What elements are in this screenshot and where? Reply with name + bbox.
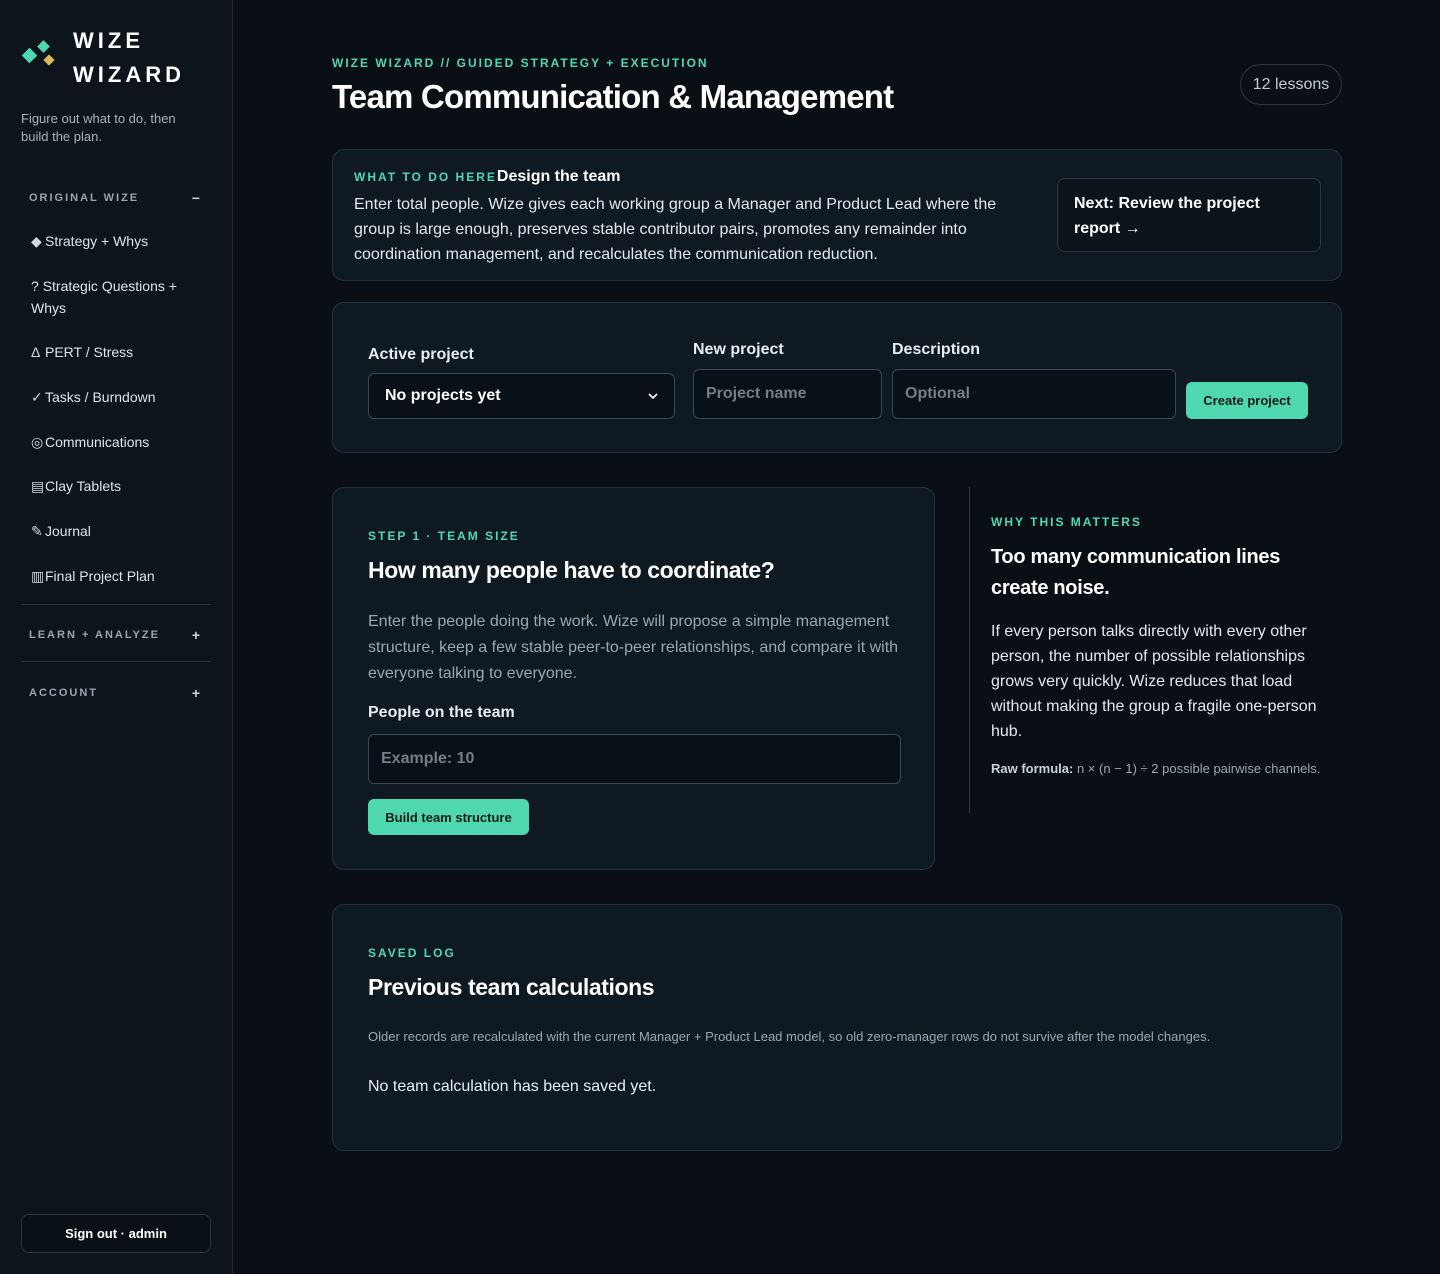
pencil-icon: ✎ — [31, 523, 43, 539]
raw-formula: Raw formula: n × (n − 1) ÷ 2 possible pa… — [991, 761, 1341, 776]
question-icon: ? — [31, 278, 39, 294]
brand[interactable]: WIZE WIZARD — [21, 24, 193, 92]
next-review-button[interactable]: Next: Review the project report → — [1057, 178, 1321, 252]
lessons-badge[interactable]: 12 lessons — [1240, 64, 1342, 105]
expand-icon[interactable]: + — [192, 627, 202, 643]
logo-icon — [21, 40, 57, 70]
sidebar-item-journal[interactable]: ✎ Journal — [31, 520, 201, 542]
columns-icon: ▥ — [31, 568, 45, 584]
target-icon: ◎ — [31, 434, 44, 450]
page-eyebrow: WIZE WIZARD // GUIDED STRATEGY + EXECUTI… — [332, 56, 709, 70]
section-label: ACCOUNT — [29, 687, 98, 699]
sidebar-item-label: Final Project Plan — [45, 568, 155, 584]
sidebar-divider — [21, 604, 211, 605]
description-label: Description — [892, 341, 981, 358]
formula-label: Raw formula: — [991, 761, 1074, 776]
sidebar-item-label: PERT / Stress — [45, 344, 134, 360]
sidebar-item-clay-tablets[interactable]: ▤Clay Tablets — [31, 475, 201, 497]
page-title: Team Communication & Management — [332, 78, 894, 115]
formula-text: n × (n − 1) ÷ 2 possible pairwise channe… — [1076, 761, 1321, 776]
todo-eyebrow: WHAT TO DO HERE — [354, 170, 497, 184]
todo-text: Enter total people. Wize gives each work… — [354, 196, 997, 263]
why-title: Too many communication lines create nois… — [991, 546, 1281, 599]
section-label: LEARN + ANALYZE — [29, 629, 160, 641]
sidebar-item-label: Journal — [45, 523, 91, 539]
sign-out-button[interactable]: Sign out · admin — [21, 1214, 211, 1253]
sidebar-item-final-plan[interactable]: ▥Final Project Plan — [31, 565, 201, 587]
saved-log-card: SAVED LOG Previous team calculations Old… — [332, 904, 1342, 1151]
log-empty-state: No team calculation has been saved yet. — [368, 1078, 657, 1095]
create-project-button[interactable]: Create project — [1186, 382, 1308, 419]
sidebar-item-label: Strategic Questions + Whys — [31, 278, 177, 316]
collapse-icon[interactable]: − — [192, 190, 202, 206]
project-card: Active project No projects yet New proje… — [332, 302, 1342, 453]
build-team-structure-button[interactable]: Build team structure — [368, 799, 529, 835]
why-this-matters: WHY THIS MATTERS Too many communication … — [969, 487, 1342, 813]
sidebar-item-communications[interactable]: ◎ Communications — [31, 431, 201, 453]
chevron-down-icon — [648, 389, 658, 403]
brand-name: WIZE WIZARD — [73, 24, 193, 92]
active-project-label: Active project — [368, 346, 474, 363]
step-title: How many people have to coordinate? — [368, 557, 775, 583]
sidebar-item-label: Communications — [45, 434, 150, 450]
sidebar-item-pert[interactable]: Δ PERT / Stress — [31, 341, 201, 363]
active-project-value: No projects yet — [385, 387, 501, 404]
sidebar-item-label: Clay Tablets — [45, 478, 122, 494]
expand-icon[interactable]: + — [192, 685, 202, 701]
todo-title: Design the team — [496, 168, 621, 185]
section-label: ORIGINAL WIZE — [29, 192, 140, 204]
sidebar: WIZE WIZARD Figure out what to do, then … — [0, 0, 233, 1274]
section-account[interactable]: ACCOUNT + — [29, 685, 202, 701]
project-name-input[interactable] — [693, 369, 882, 419]
log-note: Older records are recalculated with the … — [368, 1029, 1211, 1044]
todo-header: WHAT TO DO HERE Design the team — [354, 168, 620, 186]
log-eyebrow: SAVED LOG — [368, 946, 456, 960]
section-learn-analyze[interactable]: LEARN + ANALYZE + — [29, 627, 202, 643]
check-icon: ✓ — [31, 389, 43, 405]
brand-name-line1: WIZE — [73, 28, 144, 53]
sidebar-item-strategic-questions[interactable]: ? Strategic Questions + Whys — [31, 275, 201, 319]
brand-name-line2: WIZARD — [73, 62, 185, 87]
sidebar-item-label: Tasks / Burndown — [45, 389, 156, 405]
team-size-input[interactable] — [368, 734, 901, 784]
sidebar-item-strategy[interactable]: ◆ Strategy + Whys — [31, 230, 201, 252]
step-description: Enter the people doing the work. Wize wi… — [368, 613, 899, 682]
active-project-select[interactable]: No projects yet — [368, 373, 675, 419]
why-text: If every person talks directly with ever… — [991, 623, 1317, 740]
new-project-label: New project — [693, 341, 784, 358]
delta-icon: Δ — [31, 344, 41, 360]
diamond-icon: ◆ — [31, 233, 42, 249]
sidebar-divider — [21, 661, 211, 662]
sidebar-item-tasks[interactable]: ✓ Tasks / Burndown — [31, 386, 201, 408]
log-title: Previous team calculations — [368, 974, 655, 1000]
step-eyebrow: STEP 1 · TEAM SIZE — [368, 529, 520, 543]
description-input[interactable] — [892, 369, 1176, 419]
tablet-icon: ▤ — [31, 478, 45, 494]
section-original-wize[interactable]: ORIGINAL WIZE − — [29, 190, 202, 206]
team-size-card: STEP 1 · TEAM SIZE How many people have … — [332, 487, 935, 870]
tagline: Figure out what to do, then build the pl… — [21, 111, 176, 144]
what-to-do-card: WHAT TO DO HERE Design the team Enter tot… — [332, 149, 1342, 281]
team-size-label: People on the team — [368, 704, 515, 721]
why-eyebrow: WHY THIS MATTERS — [991, 515, 1142, 529]
sidebar-item-label: Strategy + Whys — [45, 233, 149, 249]
